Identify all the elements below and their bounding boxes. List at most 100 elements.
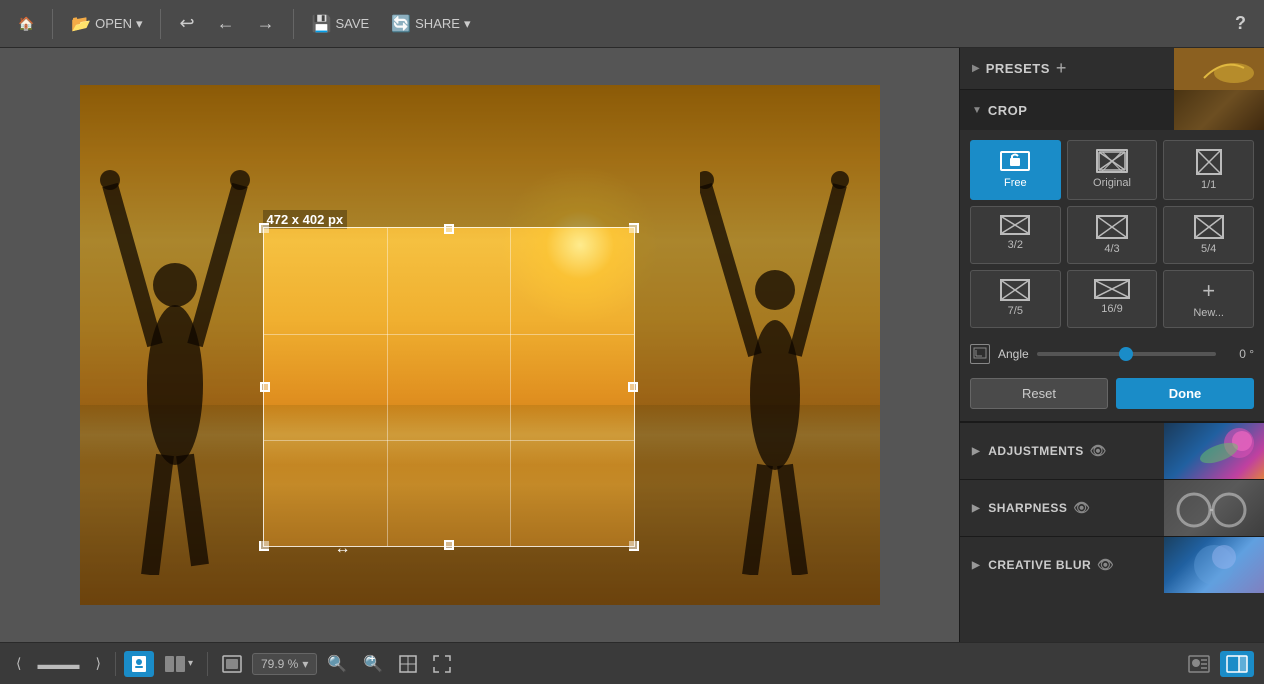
sharpness-section: ▶ SHARPNESS 👁 <box>960 479 1264 536</box>
crop-options-grid: Free Original <box>960 130 1264 338</box>
angle-value: 0 ° <box>1224 347 1254 361</box>
prev-button[interactable]: ⟨ <box>10 651 27 676</box>
sharpness-thumbnail <box>1164 480 1264 536</box>
share-button[interactable]: 🔄 SHARE ▾ <box>383 10 478 38</box>
done-button[interactable]: Done <box>1116 378 1254 409</box>
fullscreen-button[interactable] <box>427 651 457 677</box>
share-label: SHARE <box>415 16 460 31</box>
sharpness-eye-icon[interactable]: 👁 <box>1073 500 1090 516</box>
adjustments-thumbnail <box>1164 423 1264 479</box>
3-2-icon-svg <box>1002 217 1028 233</box>
creative-blur-arrow: ▶ <box>972 560 980 571</box>
crop-handle-middle-right[interactable] <box>628 382 638 392</box>
crop-option-16-9-label: 16/9 <box>1101 303 1122 315</box>
adjustments-eye-icon[interactable]: 👁 <box>1090 443 1107 459</box>
open-dropdown-icon: ▾ <box>136 16 143 32</box>
adjustments-label: ADJUSTMENTS <box>988 444 1084 458</box>
home-button[interactable]: 🏠 <box>10 12 42 36</box>
undo-button[interactable]: ↩ <box>171 9 202 38</box>
4-3-icon-svg <box>1098 217 1126 237</box>
next-button[interactable]: ⟩ <box>89 651 106 676</box>
adjustments-arrow: ▶ <box>972 446 980 457</box>
crop-handle-middle-left[interactable] <box>260 382 270 392</box>
toolbar-right: ? <box>1227 9 1254 38</box>
crop-option-3-2[interactable]: 3/2 <box>970 206 1061 264</box>
presets-thumb-image <box>1174 48 1264 90</box>
crop-option-1-1[interactable]: 1/1 <box>1163 140 1254 200</box>
home-icon: 🏠 <box>18 16 34 32</box>
zoom-control[interactable]: 79.9 % ▾ <box>252 653 317 675</box>
compare-view-button[interactable]: ▾ <box>158 651 199 677</box>
zoom-in-button[interactable]: 🔍+ <box>357 650 389 678</box>
canvas-area[interactable]: 472 x 402 px ↔ <box>0 48 959 642</box>
crop-handle-bottom-middle[interactable] <box>444 540 454 550</box>
5-4-icon-svg <box>1196 217 1222 237</box>
crop-box[interactable] <box>263 227 635 547</box>
redo-left-button[interactable]: ← <box>209 9 243 38</box>
next-icon: ⟩ <box>95 655 100 672</box>
creative-blur-eye-icon[interactable]: 👁 <box>1097 557 1114 573</box>
zoom-out-button[interactable]: 🔍 <box>321 650 353 678</box>
zoom-in-icon: 🔍+ <box>363 654 383 674</box>
crop-option-5-4[interactable]: 5/4 <box>1163 206 1254 264</box>
undo-icon: ↩ <box>179 13 194 34</box>
angle-slider[interactable] <box>1037 352 1216 356</box>
filmstrip-button[interactable]: ▬▬▬ <box>31 652 85 676</box>
crop-option-new[interactable]: + New... <box>1163 270 1254 328</box>
crop-option-7-5[interactable]: 7/5 <box>970 270 1061 328</box>
help-button[interactable]: ? <box>1227 9 1254 38</box>
angle-row: Angle 0 ° <box>960 338 1264 370</box>
toolbar-separator-2 <box>160 9 161 39</box>
sharpness-label: SHARPNESS <box>988 501 1067 515</box>
crop-handle-top-middle[interactable] <box>444 224 454 234</box>
adjustments-thumb-image <box>1164 423 1264 479</box>
dim-top <box>263 85 635 227</box>
crop-option-16-9[interactable]: 16/9 <box>1067 270 1158 328</box>
presets-arrow: ▶ <box>972 63 980 74</box>
crop-option-new-label: New... <box>1193 307 1224 319</box>
crop-option-free[interactable]: Free <box>970 140 1061 200</box>
creative-blur-thumb-image <box>1164 537 1264 593</box>
dim-right <box>635 85 880 605</box>
sharpness-section-header[interactable]: ▶ SHARPNESS 👁 <box>960 480 1264 536</box>
creative-blur-section-header[interactable]: ▶ CREATIVE BLUR 👁 <box>960 537 1264 593</box>
panel-toggle-button[interactable] <box>1220 651 1254 677</box>
7-5-icon-svg <box>1002 281 1028 299</box>
share-icon: 🔄 <box>391 14 411 34</box>
crop-option-1-1-label: 1/1 <box>1201 179 1216 191</box>
sharpness-thumb-svg <box>1164 480 1264 536</box>
photo-canvas[interactable]: 472 x 402 px ↔ <box>80 85 880 605</box>
presets-section-header[interactable]: ▶ PRESETS + <box>960 48 1264 90</box>
fullscreen-icon <box>433 655 451 673</box>
portrait-view-button[interactable] <box>124 651 154 677</box>
grid-button[interactable] <box>393 651 423 677</box>
creative-blur-thumbnail <box>1164 537 1264 593</box>
crop-handle-top-right[interactable] <box>629 223 639 233</box>
redo-right-icon: → <box>257 13 275 34</box>
crop-option-4-3[interactable]: 4/3 <box>1067 206 1158 264</box>
angle-icon-svg <box>973 347 987 361</box>
crop-option-original[interactable]: Original <box>1067 140 1158 200</box>
open-icon: 📂 <box>71 14 91 34</box>
grid-icon <box>399 655 417 673</box>
grid-line-horizontal-2 <box>264 440 634 441</box>
open-button[interactable]: 📂 OPEN ▾ <box>63 10 150 38</box>
crop-handle-top-left[interactable] <box>259 223 269 233</box>
adjustments-thumb-svg <box>1164 423 1264 479</box>
4-3-icon <box>1096 215 1128 239</box>
16-9-icon <box>1094 279 1130 299</box>
adjustments-section-header[interactable]: ▶ ADJUSTMENTS 👁 <box>960 423 1264 479</box>
reset-button[interactable]: Reset <box>970 378 1108 409</box>
5-4-icon <box>1194 215 1224 239</box>
crop-section-header[interactable]: ▼ CROP <box>960 90 1264 130</box>
metadata-button[interactable] <box>1182 651 1216 677</box>
crop-handle-bottom-right[interactable] <box>629 541 639 551</box>
help-label: ? <box>1235 13 1246 34</box>
fit-button[interactable] <box>216 651 248 677</box>
redo-right-button[interactable]: → <box>249 9 283 38</box>
original-icon-svg <box>1098 151 1126 171</box>
1-1-icon-svg <box>1198 151 1220 173</box>
save-button[interactable]: 💾 SAVE <box>304 10 378 38</box>
crop-handle-bottom-left[interactable] <box>259 541 269 551</box>
presets-add-button[interactable]: + <box>1056 58 1067 79</box>
